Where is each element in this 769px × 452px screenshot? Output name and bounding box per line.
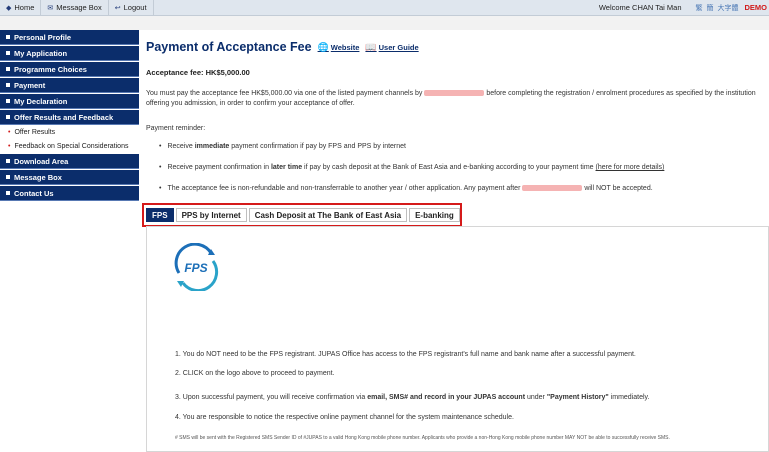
demo-badge: DEMO xyxy=(745,3,769,12)
bullet-icon xyxy=(6,51,10,55)
bullet2-pre: Receive payment confirmation in xyxy=(167,164,269,171)
sidebar-item-contact-us[interactable]: Contact Us xyxy=(0,186,139,201)
step3-bold2: "Payment History" xyxy=(547,394,609,401)
sidebar-subitem-label: Feedback on Special Considerations xyxy=(14,143,128,151)
bullet-dot-icon: • xyxy=(159,185,161,192)
reminder-bullet-3: • The acceptance fee is non-refundable an… xyxy=(159,185,653,192)
globe-icon: 🌐 xyxy=(318,42,329,53)
sidebar-item-label: Message Box xyxy=(14,173,62,182)
bullet-dot-icon: • xyxy=(159,143,161,150)
sidebar-item-label: My Application xyxy=(14,49,67,58)
logout-icon: ↩ xyxy=(115,4,121,12)
bullet1-bold: immediate xyxy=(195,143,230,150)
user-guide-link-label: User Guide xyxy=(379,43,419,52)
instruction-paragraph: You must pay the acceptance fee HK$5,000… xyxy=(146,89,763,108)
main-content: Payment of Acceptance Fee 🌐 Website 📖 Us… xyxy=(139,30,769,435)
sms-footnote: # SMS will be sent with the Registered S… xyxy=(175,435,670,441)
language-switcher: 繁 簡 大字體 xyxy=(690,3,745,13)
title-row: Payment of Acceptance Fee 🌐 Website 📖 Us… xyxy=(146,40,419,54)
message-box-link[interactable]: ✉ Message Box xyxy=(41,0,108,15)
fps-logo-icon[interactable]: FPS xyxy=(171,243,221,291)
lang-traditional[interactable]: 繁 xyxy=(696,3,703,13)
bullet-icon xyxy=(6,35,10,39)
sidebar-item-label: My Declaration xyxy=(14,97,67,106)
step3-pre: 3. Upon successful payment, you will rec… xyxy=(175,394,365,401)
sidebar-item-my-application[interactable]: My Application xyxy=(0,46,139,61)
redacted-deadline xyxy=(522,185,582,191)
bullet-dot-icon: • xyxy=(159,164,161,171)
tab-pps-internet[interactable]: PPS by Internet xyxy=(176,208,247,222)
fps-panel: FPS 1. You do NOT need to be the FPS reg… xyxy=(146,226,769,452)
bullet-icon xyxy=(6,67,10,71)
sidebar-item-label: Offer Results and Feedback xyxy=(14,113,113,122)
bullet-icon xyxy=(6,99,10,103)
website-link-label: Website xyxy=(331,43,360,52)
sidebar-item-label: Download Area xyxy=(14,157,68,166)
envelope-icon: ✉ xyxy=(47,4,53,12)
tab-e-banking[interactable]: E-banking xyxy=(409,208,460,222)
payment-tabs-highlight: FPS PPS by Internet Cash Deposit at The … xyxy=(142,203,462,227)
fps-step-4: 4. You are responsible to notice the res… xyxy=(175,414,514,421)
bullet1-pre: Receive xyxy=(167,143,192,150)
sidebar-item-label: Personal Profile xyxy=(14,33,71,42)
para-before: You must pay the acceptance fee HK$5,000… xyxy=(146,90,422,97)
book-icon: 📖 xyxy=(365,42,376,53)
sidebar-item-label: Contact Us xyxy=(14,189,54,198)
acceptance-fee-line: Acceptance fee: HK$5,000.00 xyxy=(146,68,250,77)
logout-link[interactable]: ↩ Logout xyxy=(109,0,154,15)
message-box-label: Message Box xyxy=(56,3,101,12)
user-guide-link[interactable]: 📖 User Guide xyxy=(365,42,418,53)
lang-simplified[interactable]: 簡 xyxy=(707,3,714,13)
top-nav-bar: ◆ Home ✉ Message Box ↩ Logout Welcome CH… xyxy=(0,0,769,16)
bullet1-post: payment confirmation if pay by FPS and P… xyxy=(231,143,406,150)
tab-fps[interactable]: FPS xyxy=(146,208,174,222)
bullet-icon xyxy=(6,175,10,179)
bullet2-bold: later time xyxy=(271,164,302,171)
sidebar-item-payment[interactable]: Payment xyxy=(0,78,139,93)
payment-reminder-label: Payment reminder: xyxy=(146,125,205,132)
sidebar: Personal Profile My Application Programm… xyxy=(0,30,139,435)
logout-label: Logout xyxy=(124,3,147,12)
bullet-icon xyxy=(6,83,10,87)
step3-post: immediately. xyxy=(611,394,650,401)
sidebar-subitem-label: Offer Results xyxy=(14,129,55,137)
sidebar-item-programme-choices[interactable]: Programme Choices xyxy=(0,62,139,77)
redacted-deadline xyxy=(424,90,484,96)
sidebar-item-message-box[interactable]: Message Box xyxy=(0,170,139,185)
reminder-bullet-2: • Receive payment confirmation in later t… xyxy=(159,164,664,171)
step3-mid: under xyxy=(527,394,545,401)
sidebar-subitem-offer-results[interactable]: • Offer Results xyxy=(0,126,139,140)
sidebar-item-label: Programme Choices xyxy=(14,65,87,74)
lang-large-font[interactable]: 大字體 xyxy=(718,3,739,13)
tab-cash-deposit-bea[interactable]: Cash Deposit at The Bank of East Asia xyxy=(249,208,407,222)
bullet-icon xyxy=(6,115,10,119)
sidebar-subitem-feedback-special[interactable]: • Feedback on Special Considerations xyxy=(0,140,139,154)
sidebar-item-my-declaration[interactable]: My Declaration xyxy=(0,94,139,109)
fps-logo-text: FPS xyxy=(184,261,207,275)
fps-step-1: 1. You do NOT need to be the FPS registr… xyxy=(175,351,636,358)
fps-step-2: 2. CLICK on the logo above to proceed to… xyxy=(175,370,335,377)
bullet-dot-icon: • xyxy=(8,129,10,137)
page-title: Payment of Acceptance Fee xyxy=(146,40,312,54)
home-icon: ◆ xyxy=(6,4,11,12)
website-link[interactable]: 🌐 Website xyxy=(318,42,360,53)
reminder-bullet-1: • Receive immediate payment confirmation … xyxy=(159,143,406,150)
sidebar-item-offer-results-feedback[interactable]: Offer Results and Feedback xyxy=(0,110,139,125)
sidebar-item-label: Payment xyxy=(14,81,45,90)
step3-bold: email, SMS# and record in your JUPAS acc… xyxy=(367,394,525,401)
page: ◆ Home ✉ Message Box ↩ Logout Welcome CH… xyxy=(0,0,769,435)
bullet2-post: if pay by cash deposit at the Bank of Ea… xyxy=(304,164,594,171)
home-label: Home xyxy=(14,3,34,12)
sidebar-item-personal-profile[interactable]: Personal Profile xyxy=(0,30,139,45)
fps-step-3: 3. Upon successful payment, you will rec… xyxy=(175,394,649,401)
bullet3-post: will NOT be accepted. xyxy=(584,185,652,192)
home-link[interactable]: ◆ Home xyxy=(0,0,41,15)
more-details-link[interactable]: (here for more details) xyxy=(596,164,665,171)
bullet-dot-icon: • xyxy=(8,143,10,151)
welcome-text: Welcome CHAN Tai Man xyxy=(591,3,690,12)
bullet-icon xyxy=(6,159,10,163)
sidebar-item-download-area[interactable]: Download Area xyxy=(0,154,139,169)
bullet-icon xyxy=(6,191,10,195)
bullet3-pre: The acceptance fee is non-refundable and… xyxy=(167,185,520,192)
